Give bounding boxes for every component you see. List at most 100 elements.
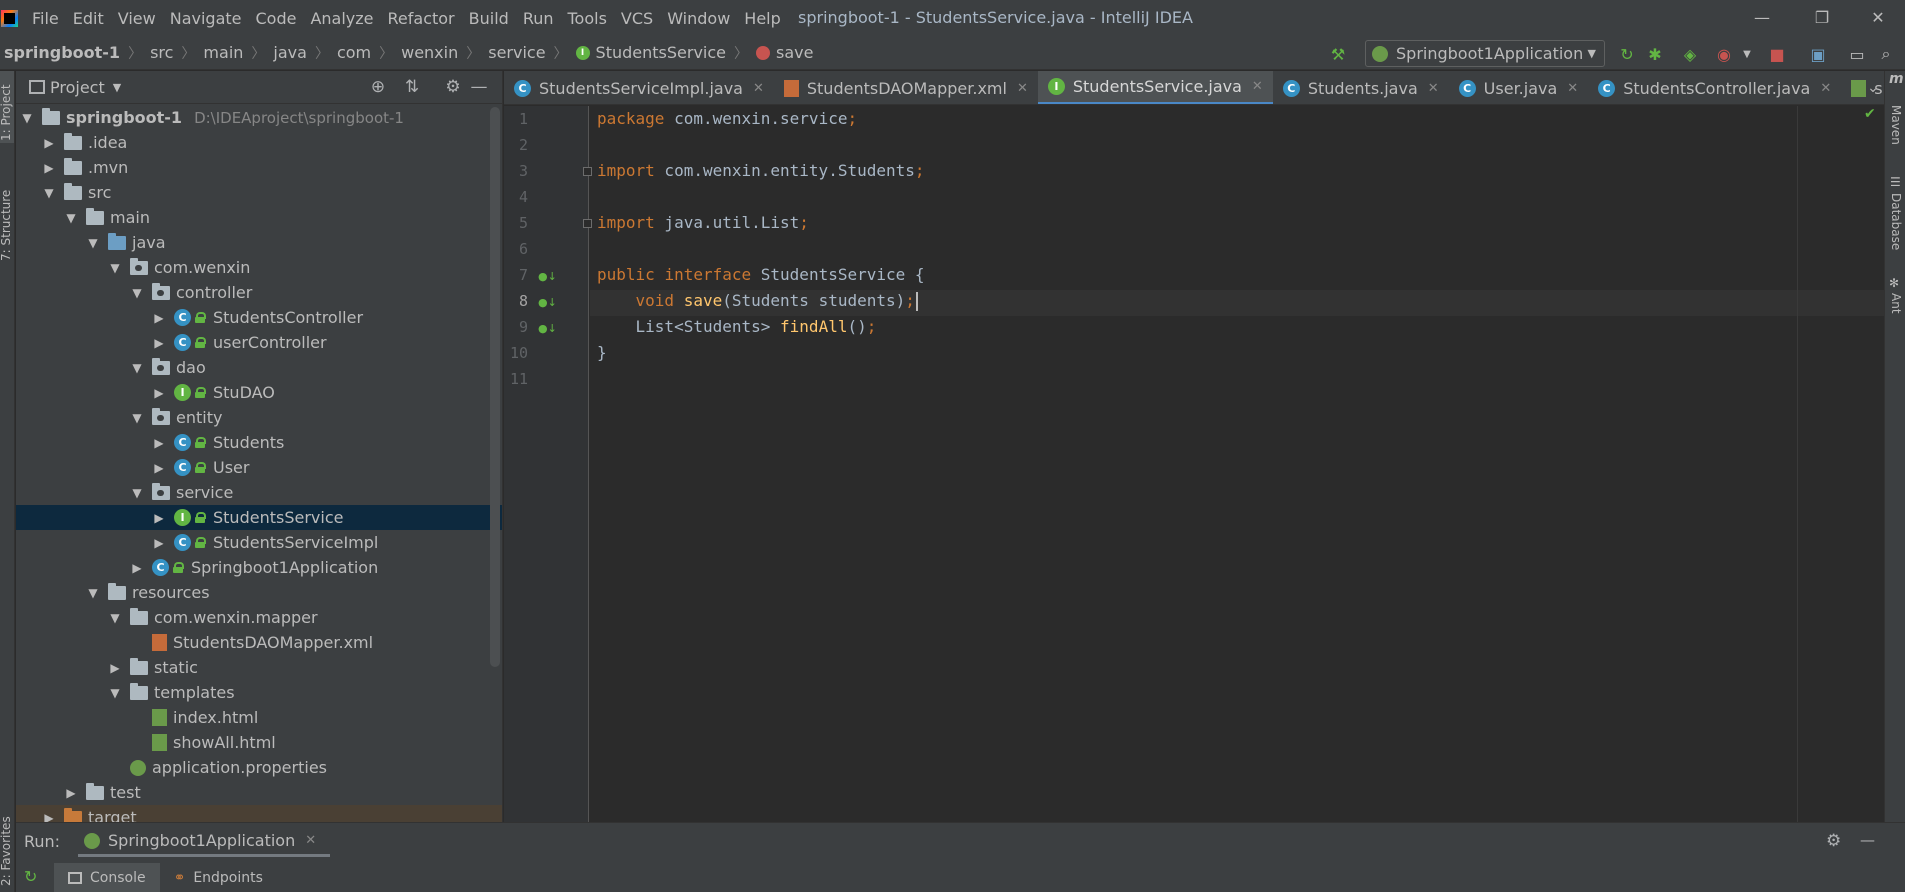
close-icon[interactable]: ✕ — [1252, 79, 1263, 94]
tree-item-students[interactable]: ▶ C Students — [16, 430, 502, 455]
implemented-icon[interactable]: ●↓ — [538, 296, 557, 309]
expanded-arrow-icon[interactable]: ▼ — [86, 236, 100, 250]
close-button[interactable]: ✕ — [1858, 4, 1898, 32]
chevron-down-icon[interactable]: ▼ — [113, 81, 121, 94]
tree-item-static[interactable]: ▶ static — [16, 655, 502, 680]
tab-students[interactable]: C Students.java ✕ — [1273, 71, 1449, 104]
structure-tool-tab[interactable]: 7: Structure — [0, 190, 13, 261]
tree-item-dao[interactable]: ▼ dao — [16, 355, 502, 380]
debug-icon[interactable]: ✱ — [1645, 44, 1665, 64]
rerun-icon[interactable]: ↻ — [1617, 44, 1637, 64]
breadcrumb-com[interactable]: com — [337, 43, 371, 62]
presentation-icon[interactable]: ▭ — [1847, 44, 1867, 64]
collapsed-arrow-icon[interactable]: ▶ — [152, 511, 166, 525]
collapsed-arrow-icon[interactable]: ▶ — [64, 786, 78, 800]
expanded-arrow-icon[interactable]: ▼ — [20, 111, 34, 125]
menu-refactor[interactable]: Refactor — [388, 9, 455, 28]
tab-students-dao-mapper[interactable]: StudentsDAOMapper.xml ✕ — [774, 71, 1038, 104]
tree-item-project-root[interactable]: ▼ springboot-1 D:\IDEAproject\springboot… — [16, 105, 502, 130]
fold-icon[interactable] — [583, 219, 592, 228]
collapsed-arrow-icon[interactable]: ▶ — [42, 161, 56, 175]
tab-endpoints[interactable]: ⚭ Endpoints — [160, 863, 277, 892]
implemented-icon[interactable]: ●↓ — [538, 322, 557, 335]
tree-scrollbar[interactable] — [490, 107, 500, 667]
menu-edit[interactable]: Edit — [73, 9, 104, 28]
build-hammer-icon[interactable]: ⚒ — [1328, 44, 1348, 64]
tree-item-students-service[interactable]: ▶ I StudentsService — [16, 505, 502, 530]
tree-item-user-controller[interactable]: ▶ C userController — [16, 330, 502, 355]
run-tab-springboot1-application[interactable]: Springboot1Application ✕ — [78, 827, 331, 857]
locate-file-icon[interactable]: ⊕ — [368, 77, 388, 97]
profile-icon[interactable]: ◉ — [1714, 44, 1734, 64]
run-configuration-dropdown[interactable]: Springboot1Application ▼ — [1365, 40, 1605, 67]
tree-item-resources[interactable]: ▼ resources — [16, 580, 502, 605]
tree-item-springboot1-application[interactable]: ▶ C Springboot1Application — [16, 555, 502, 580]
collapsed-arrow-icon[interactable]: ▶ — [152, 386, 166, 400]
expanded-arrow-icon[interactable]: ▼ — [108, 261, 122, 275]
code-editor[interactable]: 1 2 3 4 5 6 7 8 9 10 11 ●↓ ●↓ ●↓ ✔ packa… — [504, 106, 1884, 822]
menu-code[interactable]: Code — [256, 9, 297, 28]
breadcrumb-wenxin[interactable]: wenxin — [401, 43, 458, 62]
menu-vcs[interactable]: VCS — [621, 9, 653, 28]
breadcrumb-service[interactable]: service — [488, 43, 545, 62]
menu-file[interactable]: File — [32, 9, 59, 28]
tree-item-mapper-xml[interactable]: StudentsDAOMapper.xml — [16, 630, 502, 655]
stop-icon[interactable]: ■ — [1767, 44, 1787, 64]
tree-item-com-wenxin-mapper[interactable]: ▼ com.wenxin.mapper — [16, 605, 502, 630]
tab-console[interactable]: Console — [54, 863, 160, 892]
menu-tools[interactable]: Tools — [568, 9, 607, 28]
tree-item-target[interactable]: ▶ target — [16, 805, 502, 822]
tree-item-src[interactable]: ▼ src — [16, 180, 502, 205]
tree-item-students-service-impl[interactable]: ▶ C StudentsServiceImpl — [16, 530, 502, 555]
expanded-arrow-icon[interactable]: ▼ — [130, 486, 144, 500]
tree-item-mvn[interactable]: ▶ .mvn — [16, 155, 502, 180]
tree-item-studao[interactable]: ▶ I StuDAO — [16, 380, 502, 405]
menu-build[interactable]: Build — [469, 9, 509, 28]
rerun-icon[interactable]: ↻ — [24, 867, 37, 886]
tab-students-service[interactable]: I StudentsService.java ✕ — [1037, 71, 1273, 104]
breadcrumb-src[interactable]: src — [150, 43, 173, 62]
tree-item-java[interactable]: ▼ java — [16, 230, 502, 255]
menu-help[interactable]: Help — [744, 9, 780, 28]
collapsed-arrow-icon[interactable]: ▶ — [152, 536, 166, 550]
expanded-arrow-icon[interactable]: ▼ — [130, 411, 144, 425]
collapsed-arrow-icon[interactable]: ▶ — [42, 136, 56, 150]
project-tool-tab[interactable]: 1: Project — [0, 84, 13, 141]
tree-item-test[interactable]: ▶ test — [16, 780, 502, 805]
tree-item-controller[interactable]: ▼ controller — [16, 280, 502, 305]
project-view-title[interactable]: Project — [50, 78, 105, 97]
maven-tool-tab[interactable]: Maven — [1889, 105, 1903, 145]
collapse-all-icon[interactable]: ⇅ — [402, 77, 422, 97]
gear-icon[interactable]: ⚙ — [1826, 831, 1841, 851]
menu-analyze[interactable]: Analyze — [310, 9, 373, 28]
ant-tool-tab[interactable]: Ant — [1889, 293, 1903, 314]
menu-run[interactable]: Run — [523, 9, 554, 28]
tab-students-service-impl[interactable]: C StudentsServiceImpl.java ✕ — [504, 71, 774, 104]
close-icon[interactable]: ✕ — [305, 833, 316, 848]
hide-panel-icon[interactable]: — — [1860, 831, 1875, 849]
collapsed-arrow-icon[interactable]: ▶ — [152, 311, 166, 325]
expanded-arrow-icon[interactable]: ▼ — [130, 286, 144, 300]
menu-view[interactable]: View — [118, 9, 156, 28]
collapsed-arrow-icon[interactable]: ▶ — [108, 661, 122, 675]
menu-navigate[interactable]: Navigate — [170, 9, 242, 28]
coverage-icon[interactable]: ◈ — [1680, 44, 1700, 64]
tab-user[interactable]: C User.java ✕ — [1449, 71, 1589, 104]
breadcrumb-class[interactable]: StudentsService — [596, 43, 726, 62]
breadcrumb-project[interactable]: springboot-1 — [4, 43, 120, 62]
expanded-arrow-icon[interactable]: ▼ — [64, 211, 78, 225]
close-icon[interactable]: ✕ — [753, 81, 764, 96]
collapsed-arrow-icon[interactable]: ▶ — [130, 561, 144, 575]
collapsed-arrow-icon[interactable]: ▶ — [152, 436, 166, 450]
more-run-options-icon[interactable]: ▼ — [1737, 44, 1757, 64]
close-icon[interactable]: ✕ — [1428, 81, 1439, 96]
database-tool-tab[interactable]: Database — [1889, 193, 1903, 250]
minimize-button[interactable]: — — [1742, 4, 1782, 32]
expanded-arrow-icon[interactable]: ▼ — [108, 686, 122, 700]
implemented-icon[interactable]: ●↓ — [538, 270, 557, 283]
project-structure-icon[interactable]: ▣ — [1808, 44, 1828, 64]
tree-item-showall-html[interactable]: showAll.html — [16, 730, 502, 755]
restore-button[interactable]: ❐ — [1802, 4, 1842, 32]
expanded-arrow-icon[interactable]: ▼ — [42, 186, 56, 200]
collapsed-arrow-icon[interactable]: ▶ — [152, 461, 166, 475]
